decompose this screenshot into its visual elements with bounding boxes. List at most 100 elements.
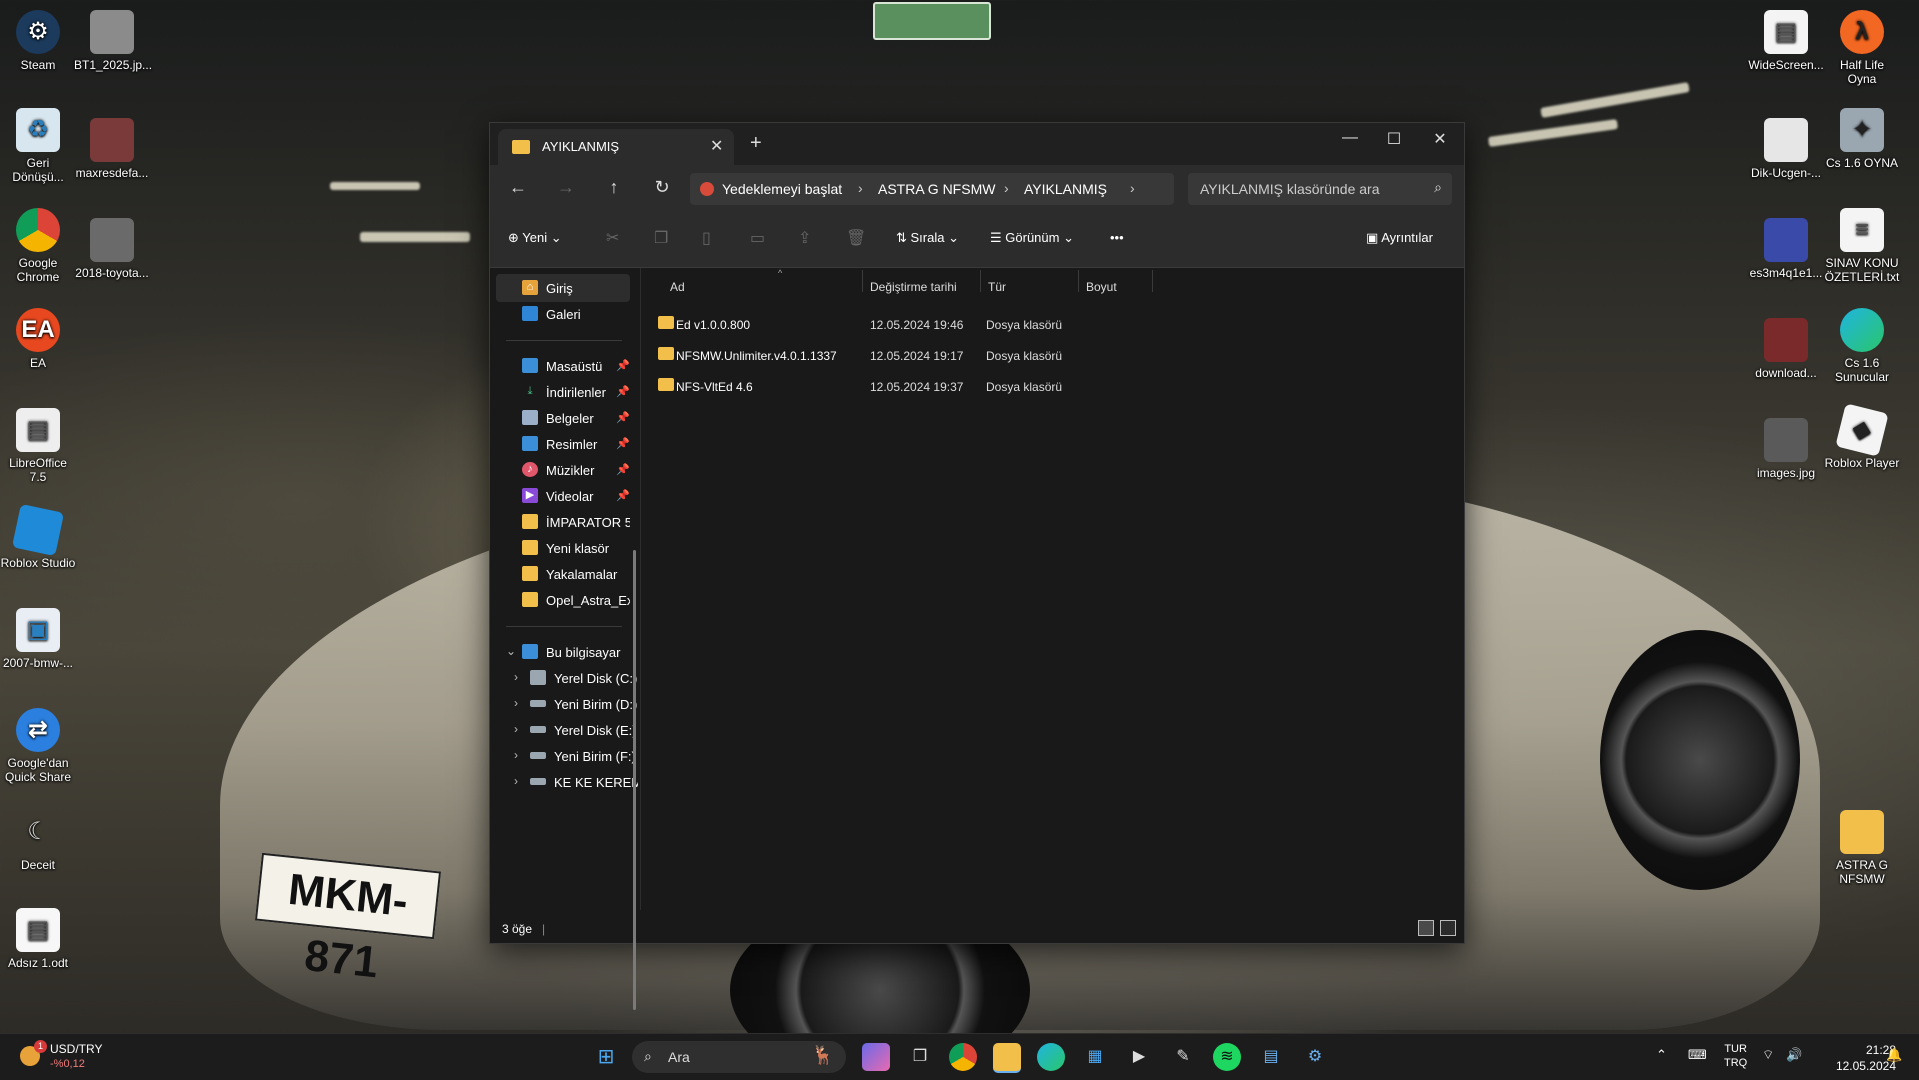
desktop-icon-quick-share[interactable]: ⇄ Google'dan Quick Share <box>0 708 76 784</box>
keyboard-icon[interactable]: ⌨ <box>1688 1047 1707 1063</box>
chevron-down-icon[interactable]: ⌄ <box>506 644 516 658</box>
column-separator[interactable] <box>1152 270 1153 292</box>
column-header-type[interactable]: Tür <box>988 280 1006 294</box>
desktop-icon-widescreen[interactable]: ▤ WideScreen... <box>1748 10 1824 72</box>
desktop-icon-image[interactable]: ▣ 2007-bmw-... <box>0 608 76 670</box>
up-arrow-icon[interactable]: ↑ <box>600 177 628 198</box>
desktop-icon-roblox-studio[interactable]: Roblox Studio <box>0 503 76 570</box>
desktop-icon-edge[interactable]: Cs 1.6 Sunucular <box>1824 308 1900 384</box>
notepad-icon[interactable]: ▤ <box>1257 1043 1285 1071</box>
column-header-size[interactable]: Boyut <box>1086 280 1117 294</box>
chevron-right-icon[interactable]: › <box>514 774 518 788</box>
forward-arrow-icon[interactable]: → <box>552 177 580 198</box>
address-bar[interactable]: Yedeklemeyi başlat › ASTRA G NFSMW › AYI… <box>690 173 1174 205</box>
column-header-date[interactable]: Değiştirme tarihi <box>870 280 957 294</box>
volume-icon[interactable]: 🔊 <box>1786 1047 1802 1063</box>
share-icon[interactable]: ⇪ <box>798 228 811 248</box>
breadcrumb-item[interactable]: ASTRA G NFSMW <box>878 181 995 197</box>
more-options-icon[interactable]: ••• <box>1110 230 1124 245</box>
desktop-icon-image[interactable]: es3m4q1e1... <box>1748 218 1824 280</box>
column-header-name[interactable]: Ad <box>670 280 685 294</box>
desktop-icon-cs16[interactable]: ✦ Cs 1.6 OYNA <box>1824 108 1900 170</box>
spotify-icon[interactable]: ≋ <box>1213 1043 1241 1071</box>
maximize-icon[interactable]: ☐ <box>1374 129 1414 149</box>
clock[interactable]: 21:28 12.05.2024 <box>1812 1042 1896 1074</box>
pin-icon[interactable]: 📌 <box>616 463 630 476</box>
desktop-icon-odt[interactable]: ▤ Adsız 1.odt <box>0 908 76 970</box>
start-icon[interactable]: ⊞ <box>592 1043 620 1071</box>
sidebar-item-folder[interactable]: Yeni klasör <box>496 534 630 562</box>
delete-icon[interactable]: 🗑 <box>846 228 866 248</box>
desktop-icon-image[interactable]: Dik-Ucgen-... <box>1748 118 1824 180</box>
close-window-icon[interactable]: ✕ <box>1420 129 1460 149</box>
new-tab-button[interactable]: + <box>750 132 762 155</box>
desktop-icon-deceit[interactable]: ☾ Deceit <box>0 810 76 873</box>
pin-icon[interactable]: 📌 <box>616 359 630 372</box>
sidebar-item-documents[interactable]: Belgeler 📌 <box>496 404 630 432</box>
chevron-right-icon[interactable]: › <box>1130 180 1135 196</box>
large-icons-view-icon[interactable] <box>1440 920 1456 936</box>
table-row[interactable]: NFSMW.Unlimiter.v4.0.1.1337 12.05.2024 1… <box>652 341 1457 369</box>
sidebar-item-desktop[interactable]: Masaüstü 📌 <box>496 352 630 380</box>
sidebar-item-folder[interactable]: Opel_Astra_Extr <box>496 586 630 614</box>
sidebar-item-downloads[interactable]: ⤓ İndirilenler 📌 <box>496 378 630 406</box>
desktop-icon-folder[interactable]: ASTRA G NFSMW <box>1824 810 1900 886</box>
media-player-icon[interactable]: ▶ <box>1125 1043 1153 1071</box>
desktop-icon-roblox-player[interactable]: ◆ Roblox Player <box>1824 403 1900 470</box>
sidebar-item-music[interactable]: ♪ Müzikler 📌 <box>496 456 630 484</box>
refresh-icon[interactable]: ↻ <box>648 177 676 198</box>
tab-ayiklanmis[interactable]: AYIKLANMIŞ ✕ <box>498 129 734 165</box>
wifi-icon[interactable]: ⌔ <box>1762 1047 1774 1063</box>
chevron-right-icon[interactable]: › <box>514 722 518 736</box>
desktop-icon-chrome[interactable]: Google Chrome <box>0 208 76 284</box>
widgets-button[interactable]: 1 USD/TRY -%0,12 <box>14 1040 144 1074</box>
chevron-right-icon[interactable]: › <box>1004 180 1009 196</box>
desktop-icon-image[interactable]: BT1_2025.jp... <box>74 10 152 72</box>
desktop-icon-ea[interactable]: EA EA <box>0 308 76 370</box>
rename-icon[interactable]: ▭ <box>750 228 765 248</box>
view-button[interactable]: ☰ Görünüm ⌄ <box>990 230 1074 246</box>
pen-icon[interactable]: ✎ <box>1169 1043 1197 1071</box>
desktop-icon-image[interactable]: 2018-toyota... <box>74 218 150 280</box>
search-box[interactable]: AYIKLANMIŞ klasöründe ara ⌕ <box>1188 173 1452 205</box>
column-separator[interactable] <box>1078 270 1079 292</box>
column-separator[interactable] <box>862 270 863 292</box>
table-row[interactable]: Ed v1.0.0.800 12.05.2024 19:46 Dosya kla… <box>652 310 1457 338</box>
breadcrumb-item[interactable]: Yedeklemeyi başlat <box>722 181 842 197</box>
desktop-icon-libreoffice[interactable]: ▤ LibreOffice 7.5 <box>0 408 76 484</box>
store-icon[interactable]: ▦ <box>1081 1043 1109 1071</box>
column-separator[interactable] <box>980 270 981 292</box>
desktop-icon-image[interactable]: download... <box>1748 318 1824 380</box>
desktop-icon-half-life[interactable]: λ Half Life Oyna <box>1824 10 1900 86</box>
sidebar-item-this-pc[interactable]: ⌄ Bu bilgisayar <box>496 638 630 666</box>
cut-icon[interactable]: ✂ <box>606 228 619 248</box>
copilot-icon[interactable] <box>862 1043 890 1071</box>
paste-icon[interactable]: ▯ <box>702 228 711 248</box>
taskbar-search[interactable]: ⌕ Ara 🦌 <box>632 1041 846 1073</box>
close-tab-icon[interactable]: ✕ <box>710 136 723 156</box>
sidebar-item-pictures[interactable]: Resimler 📌 <box>496 430 630 458</box>
file-explorer-icon[interactable] <box>993 1043 1021 1073</box>
back-arrow-icon[interactable]: ← <box>504 177 532 198</box>
sidebar-item-drive[interactable]: › KE KE KEREM ( <box>496 768 638 796</box>
chevron-right-icon[interactable]: › <box>514 696 518 710</box>
desktop-icon-txt[interactable]: ≡ SINAV KONU ÖZETLERİ.txt <box>1824 208 1900 284</box>
details-button[interactable]: ▣ Ayrıntılar <box>1366 230 1433 246</box>
sidebar-item-gallery[interactable]: Galeri <box>496 300 630 328</box>
desktop-icon-image[interactable]: maxresdefa... <box>74 118 150 180</box>
details-view-icon[interactable] <box>1418 920 1434 936</box>
sidebar-item-folder[interactable]: Yakalamalar <box>496 560 630 588</box>
sidebar-item-home[interactable]: ⌂ Giriş <box>496 274 630 302</box>
desktop-icon-steam[interactable]: ⚙ Steam <box>0 10 76 72</box>
chevron-right-icon[interactable]: › <box>858 180 863 196</box>
chevron-right-icon[interactable]: › <box>514 748 518 762</box>
pin-icon[interactable]: 📌 <box>616 411 630 424</box>
pin-icon[interactable]: 📌 <box>616 489 630 502</box>
chrome-icon[interactable] <box>949 1043 977 1071</box>
pin-icon[interactable]: 📌 <box>616 385 630 398</box>
copy-icon[interactable]: ❐ <box>654 228 668 248</box>
desktop-icon-image[interactable]: images.jpg <box>1748 418 1824 480</box>
sidebar-item-drive[interactable]: › Yerel Disk (C:) <box>496 664 637 692</box>
breadcrumb-item[interactable]: AYIKLANMIŞ <box>1024 181 1107 197</box>
notification-bell-icon[interactable]: 🔔 <box>1886 1047 1902 1063</box>
